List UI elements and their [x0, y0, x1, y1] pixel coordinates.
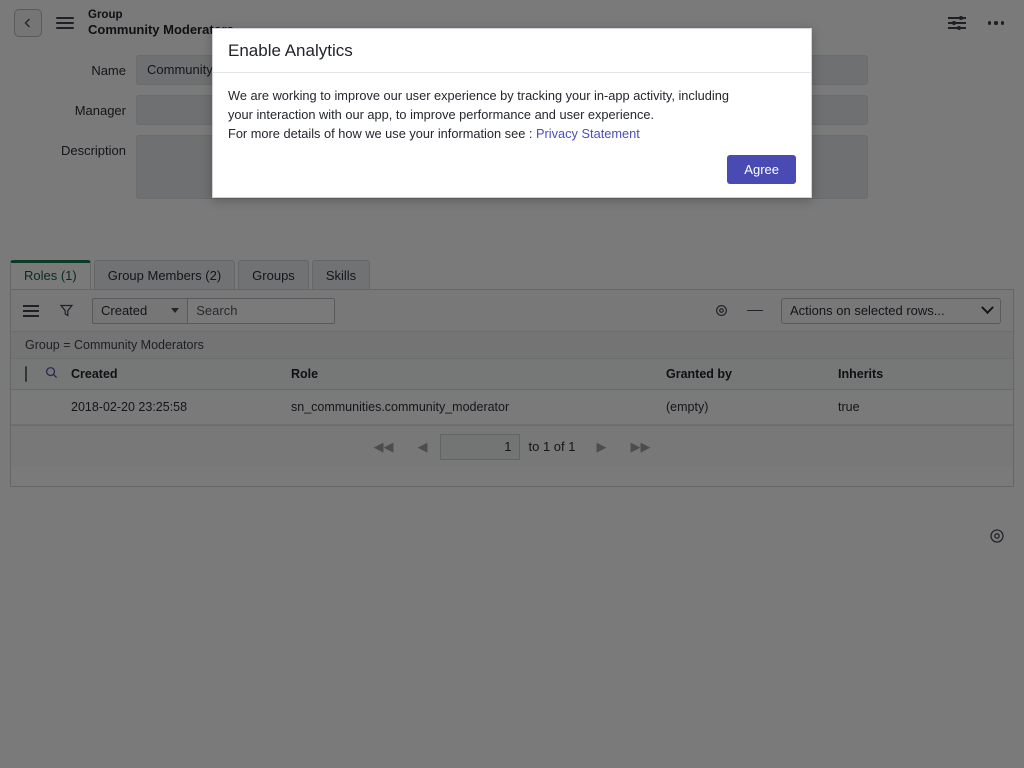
privacy-statement-link[interactable]: Privacy Statement	[536, 126, 640, 141]
dialog-text-line-2: your interaction with our app, to improv…	[228, 107, 655, 123]
dialog-title: Enable Analytics	[228, 40, 353, 60]
dialog-text-line-3-label: For more details of how we use your info…	[228, 126, 533, 142]
agree-button[interactable]: Agree	[727, 155, 796, 185]
dialog-text-line-3: For more details of how we use your info…	[228, 125, 796, 142]
screen: Group Community Moderators Name Communit…	[0, 0, 1024, 768]
dialog-text-line-1: We are working to improve our user exper…	[228, 88, 729, 103]
dialog-header: Enable Analytics	[213, 29, 811, 73]
dialog-body: We are working to improve our user exper…	[213, 73, 811, 142]
enable-analytics-dialog: Enable Analytics We are working to impro…	[212, 28, 812, 198]
dialog-footer: Agree	[213, 142, 811, 185]
